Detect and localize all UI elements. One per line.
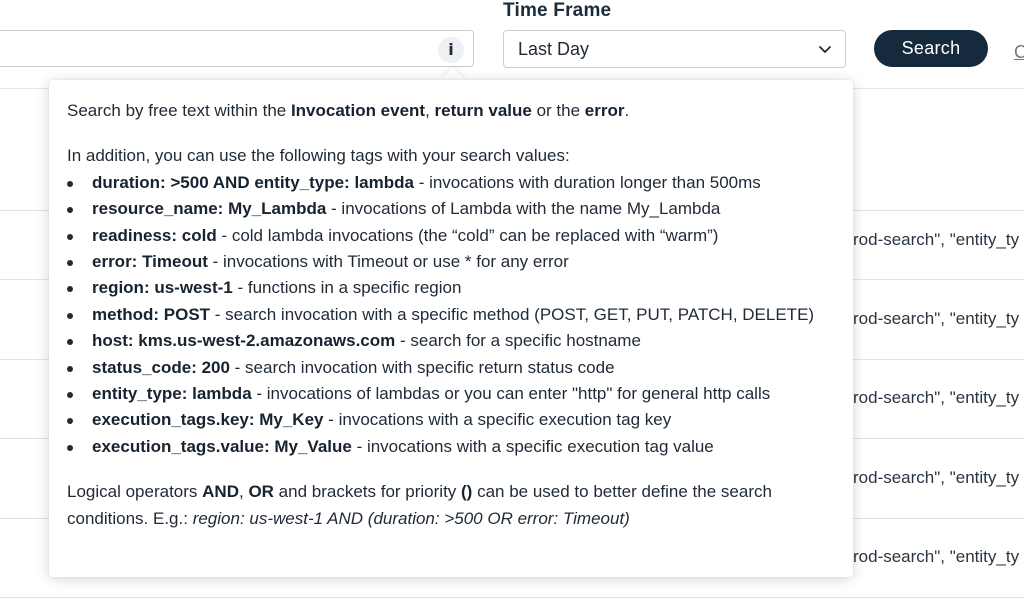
bullet-icon (67, 392, 73, 399)
tag-item: region: us-west-1 - functions in a speci… (67, 275, 835, 301)
bullet-icon (67, 260, 73, 267)
time-frame-value: Last Day (518, 39, 590, 59)
search-help-popover: Search by free text within the Invocatio… (49, 80, 853, 577)
tag-item: method: POST - search invocation with a … (67, 302, 835, 328)
chevron-down-icon (819, 46, 831, 53)
time-frame-select[interactable]: Last Day (503, 30, 846, 68)
time-frame-label: Time Frame (503, 0, 612, 21)
tag-item: resource_name: My_Lambda - invocations o… (67, 196, 835, 222)
tag-item: execution_tags.value: My_Value - invocat… (67, 434, 835, 460)
bullet-icon (67, 418, 73, 425)
bullet-icon (67, 180, 73, 187)
tag-item: entity_type: lambda - invocations of lam… (67, 381, 835, 407)
bullet-icon (67, 365, 73, 372)
bullet-icon (67, 233, 73, 240)
popover-intro: Search by free text within the Invocatio… (67, 101, 630, 120)
tag-item: error: Timeout - invocations with Timeou… (67, 249, 835, 275)
table-row[interactable]: rod-search", "entity_ty (853, 230, 1019, 250)
bullet-icon (67, 339, 73, 346)
tag-list: duration: >500 AND entity_type: lambda -… (67, 170, 835, 460)
bullet-icon (67, 207, 73, 214)
bullet-icon (67, 286, 73, 293)
table-row[interactable]: rod-search", "entity_ty (853, 388, 1019, 408)
table-row[interactable]: rod-search", "entity_ty (853, 547, 1019, 567)
logical-operators-note: Logical operators AND, OR and brackets f… (67, 482, 772, 528)
info-icon[interactable]: i (438, 37, 464, 63)
bullet-icon (67, 444, 73, 451)
tag-item: host: kms.us-west-2.amazonaws.com - sear… (67, 328, 835, 354)
table-row[interactable]: rod-search", "entity_ty (853, 468, 1019, 488)
bullet-icon (67, 312, 73, 319)
tag-item: execution_tags.key: My_Key - invocations… (67, 407, 835, 433)
tag-item: status_code: 200 - search invocation wit… (67, 355, 835, 381)
search-button[interactable]: Search (874, 30, 988, 67)
edge-link[interactable]: C (1014, 42, 1024, 63)
tag-item: duration: >500 AND entity_type: lambda -… (67, 170, 835, 196)
row-divider (0, 597, 1024, 598)
table-row[interactable]: rod-search", "entity_ty (853, 309, 1019, 329)
tags-intro: In addition, you can use the following t… (67, 146, 570, 166)
search-input[interactable] (0, 30, 474, 67)
tag-item: readiness: cold - cold lambda invocation… (67, 223, 835, 249)
